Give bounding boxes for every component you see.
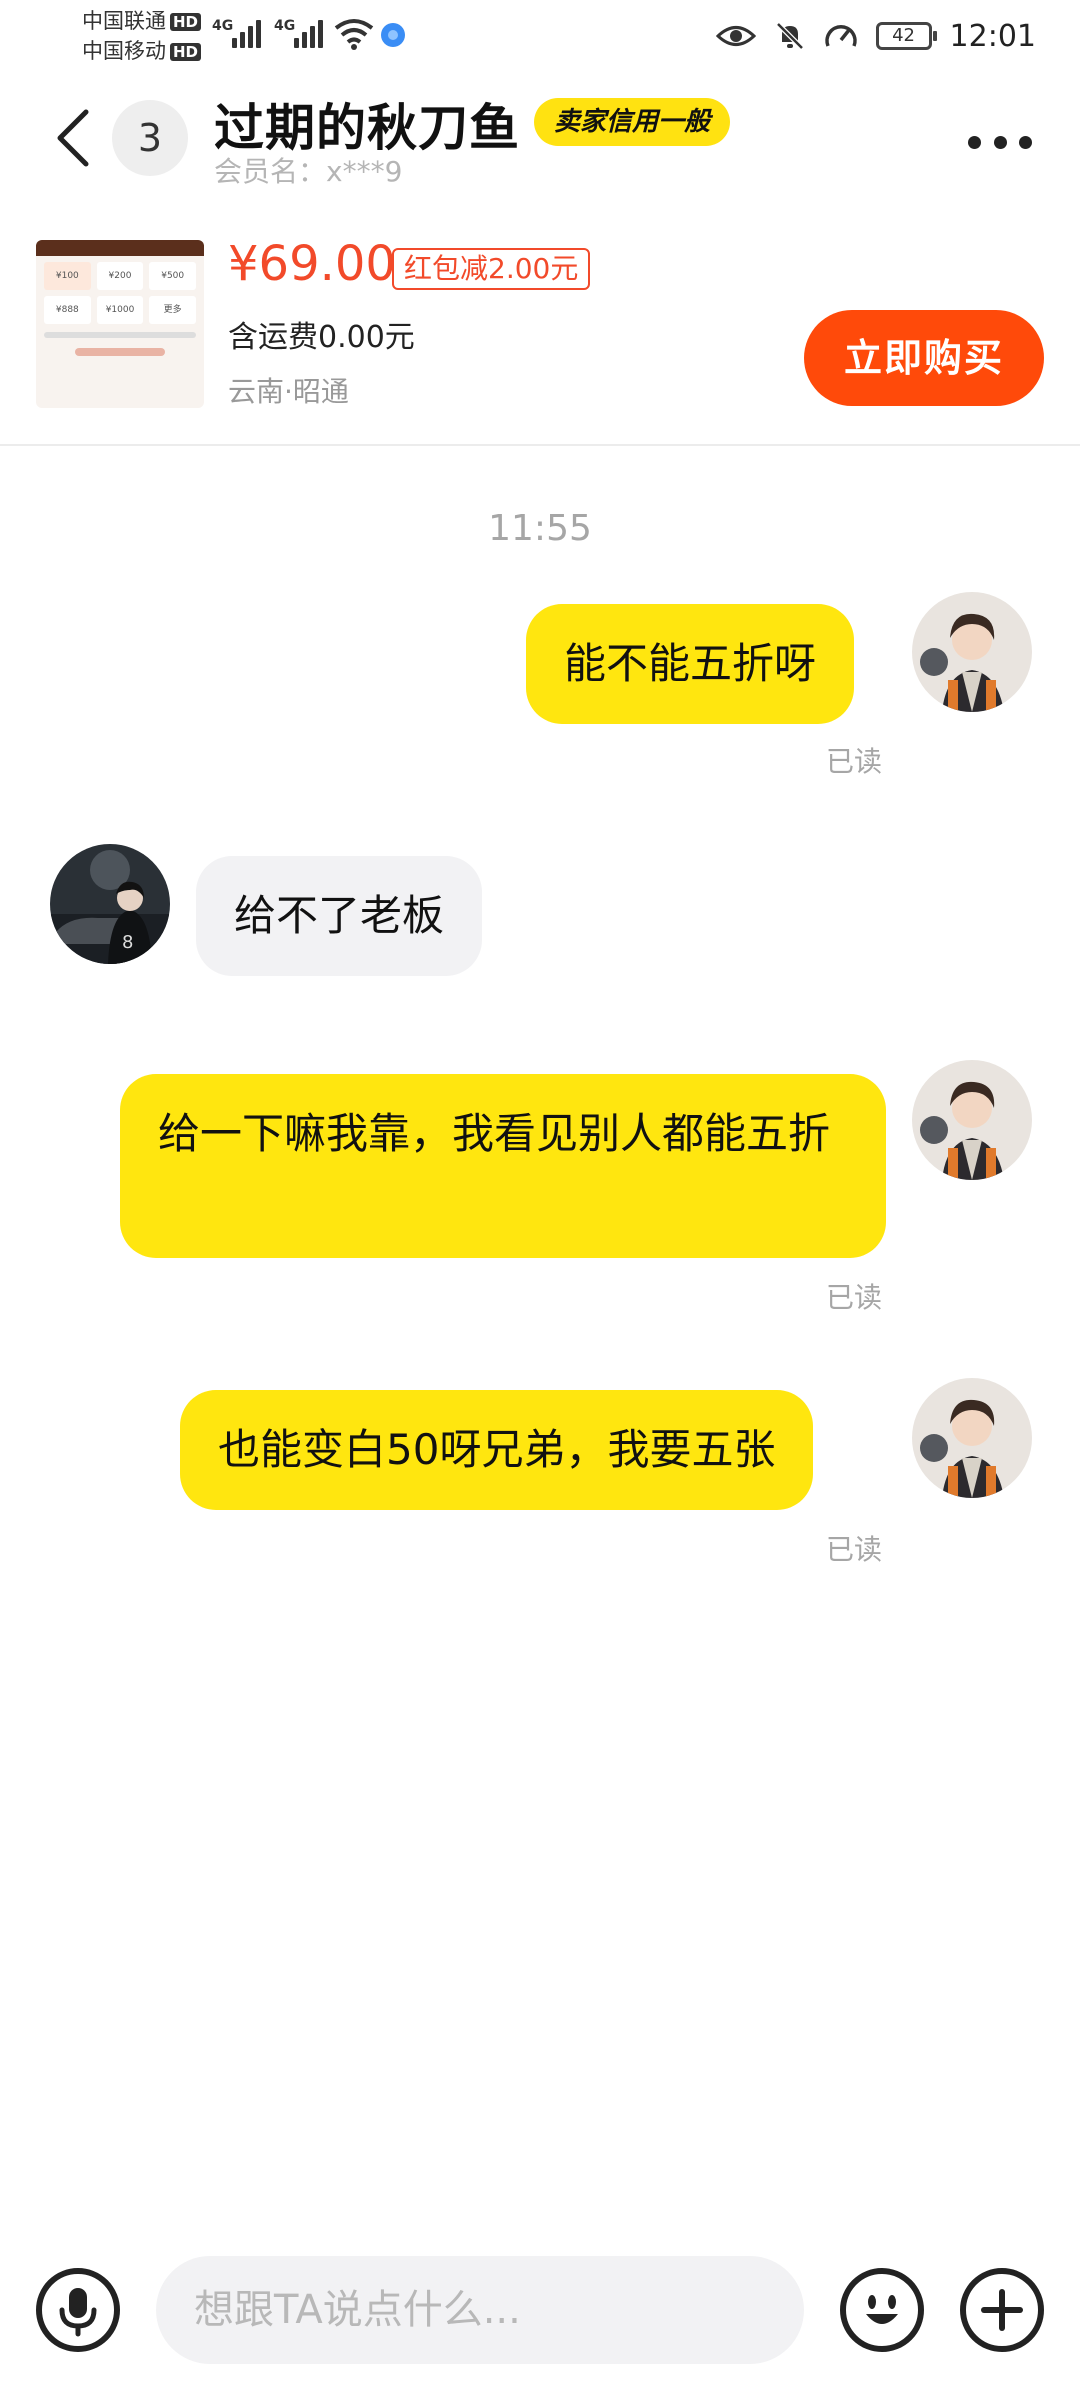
network-type-2: 4G bbox=[274, 18, 296, 34]
wifi-icon bbox=[334, 19, 374, 50]
mic-icon[interactable] bbox=[36, 2268, 120, 2352]
message-bubble-sent[interactable]: 也能变白50呀兄弟，我要五张 bbox=[180, 1390, 814, 1510]
status-icons: 42 12:01 bbox=[715, 14, 1036, 58]
carrier-2: 中国移动 bbox=[82, 39, 166, 63]
carrier-info: 中国联通 HD 中国移动 HD bbox=[82, 6, 202, 66]
product-price: ¥69.00 bbox=[228, 236, 396, 292]
thumb-cell: ¥100 bbox=[44, 262, 91, 290]
signal-icon bbox=[232, 18, 268, 48]
read-status: 已读 bbox=[826, 745, 883, 778]
my-avatar[interactable] bbox=[912, 592, 1032, 712]
status-bar: 中国联通 HD 中国移动 HD 4G 4G 42 12:01 bbox=[0, 0, 1080, 76]
signal-icon bbox=[294, 18, 330, 48]
battery-icon: 42 bbox=[875, 22, 937, 50]
eye-icon bbox=[715, 26, 756, 46]
my-avatar[interactable] bbox=[912, 1378, 1032, 1498]
read-status: 已读 bbox=[826, 1533, 883, 1566]
more-icon[interactable] bbox=[968, 132, 1032, 152]
carrier-1: 中国联通 bbox=[82, 9, 166, 33]
network-type-1: 4G bbox=[212, 18, 234, 34]
seller-avatar[interactable]: 8 bbox=[50, 844, 170, 964]
read-status: 已读 bbox=[826, 1281, 883, 1314]
buy-now-button[interactable]: 立即购买 bbox=[804, 310, 1044, 406]
hd-badge: HD bbox=[170, 43, 202, 61]
message-bubble-received[interactable]: 给不了老板 bbox=[196, 856, 483, 976]
thumb-cell: 更多 bbox=[149, 296, 197, 324]
svg-text:8: 8 bbox=[122, 932, 133, 953]
chat-header: 3 过期的秋刀鱼 卖家信用一般 会员名：x***9 bbox=[0, 76, 1080, 206]
product-thumbnail[interactable]: ¥100 ¥200 ¥500 ¥888 ¥1000 更多 bbox=[36, 240, 204, 408]
hd-badge: HD bbox=[170, 13, 202, 31]
member-name: 会员名：x***9 bbox=[214, 155, 403, 188]
mute-icon bbox=[775, 22, 804, 50]
message-input[interactable]: 想跟TA说点什么... bbox=[156, 2256, 804, 2364]
thumb-cell: ¥200 bbox=[96, 262, 144, 290]
location-service-icon bbox=[381, 23, 405, 47]
thumb-cell: ¥888 bbox=[44, 296, 91, 324]
plus-icon[interactable] bbox=[960, 2268, 1044, 2352]
clock: 12:01 bbox=[949, 18, 1036, 54]
message-bubble-sent[interactable]: 给一下嘛我靠，我看见别人都能五折 bbox=[120, 1074, 886, 1258]
coupon-badge: 红包减2.00元 bbox=[392, 248, 591, 290]
credit-badge[interactable]: 卖家信用一般 bbox=[534, 98, 731, 146]
back-icon[interactable] bbox=[50, 106, 98, 170]
shipping-fee: 含运费0.00元 bbox=[228, 320, 415, 355]
product-card[interactable]: ¥100 ¥200 ¥500 ¥888 ¥1000 更多 ¥69.00 红包减2… bbox=[0, 236, 1080, 446]
speed-icon bbox=[824, 25, 857, 47]
my-avatar[interactable] bbox=[912, 1060, 1032, 1180]
chat-timestamp: 11:55 bbox=[488, 508, 592, 549]
unread-count-badge[interactable]: 3 bbox=[112, 100, 188, 176]
thumb-cell: ¥500 bbox=[149, 262, 197, 290]
message-bubble-sent[interactable]: 能不能五折呀 bbox=[526, 604, 855, 724]
thumb-cell: ¥1000 bbox=[96, 296, 144, 324]
seller-location: 云南·昭通 bbox=[228, 375, 349, 408]
emoji-icon[interactable] bbox=[840, 2268, 924, 2352]
